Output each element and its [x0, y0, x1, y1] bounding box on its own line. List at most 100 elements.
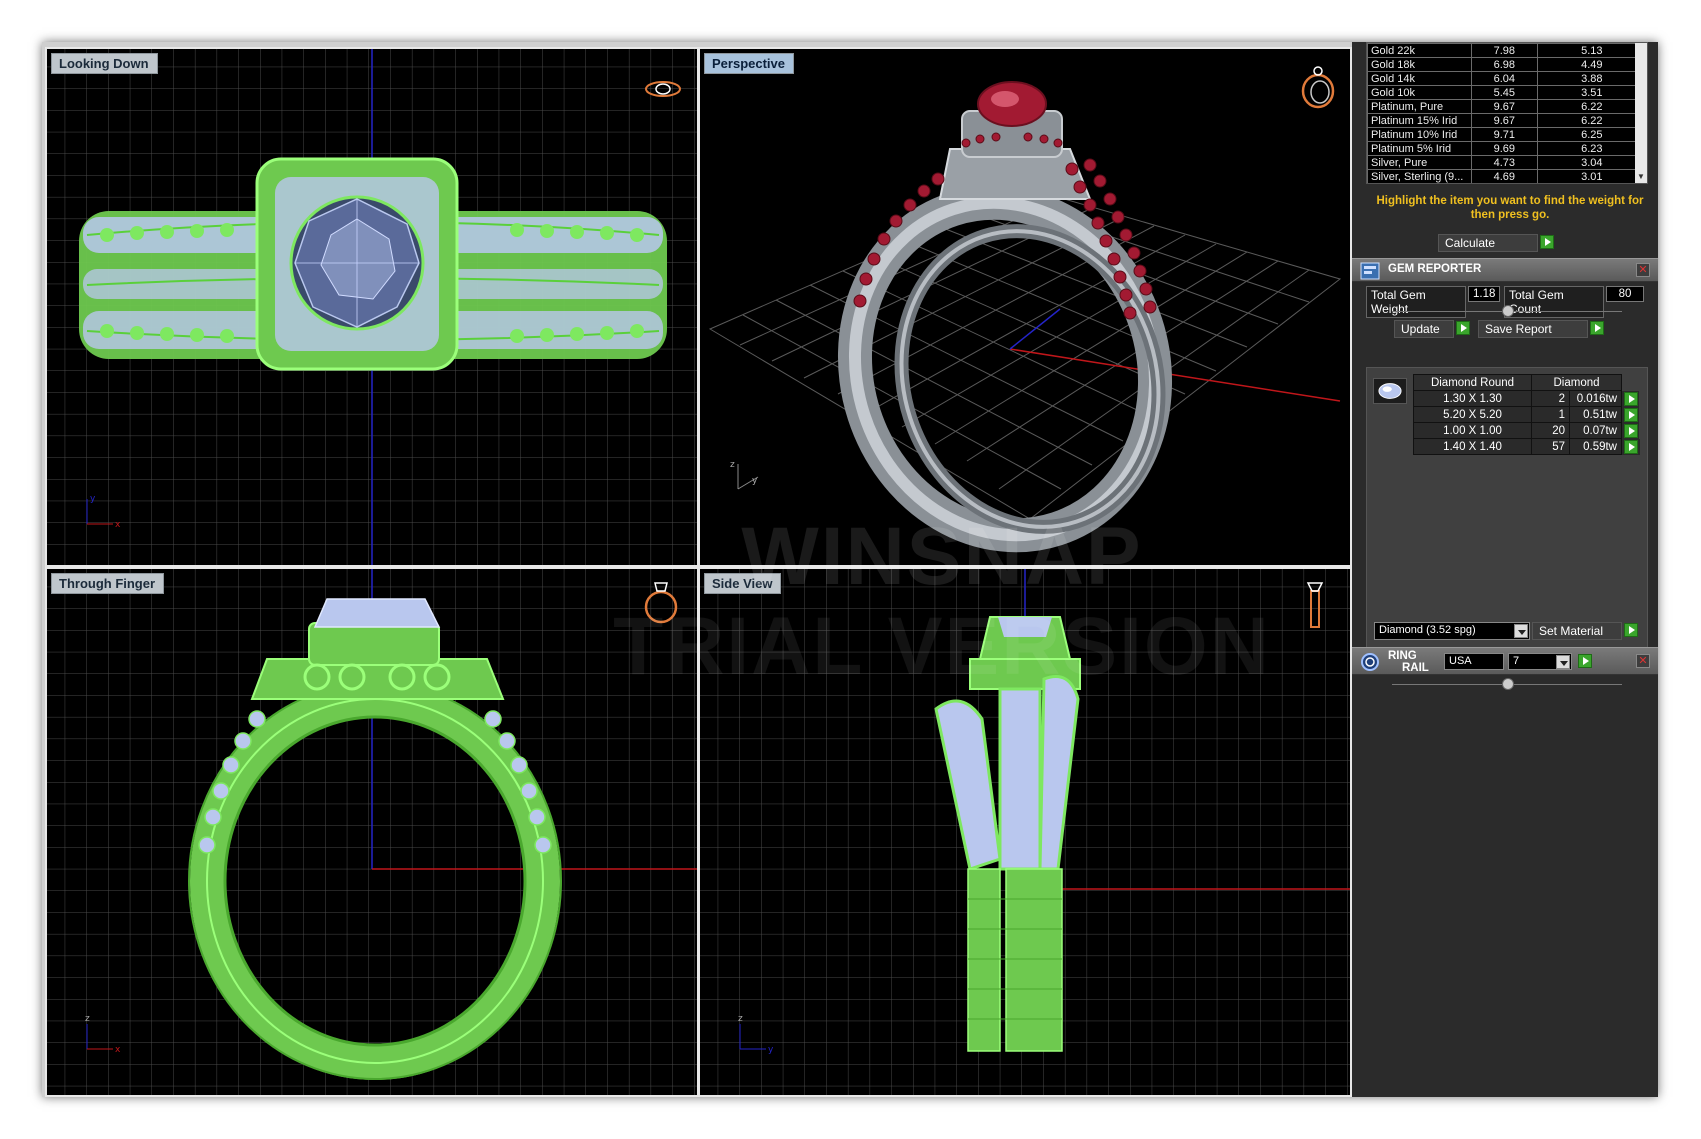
viewport-label: Looking Down — [51, 53, 158, 74]
metal-name-cell: Platinum 15% Irid — [1367, 113, 1472, 128]
svg-text:z: z — [738, 1014, 743, 1024]
chevron-down-icon[interactable] — [1514, 624, 1528, 638]
gem-report-list: Diamond Round Diamond 1.30 X 1.30 2 0.016t… — [1366, 367, 1648, 657]
gem-row-go-button[interactable] — [1624, 439, 1638, 454]
gem-reporter-title: GEM REPORTER — [1388, 263, 1482, 275]
gem-row-go-button[interactable] — [1624, 423, 1638, 438]
looking-down-grid: y x — [47, 49, 697, 565]
gem-row[interactable]: 1.30 X 1.30 2 0.016tw — [1413, 390, 1640, 407]
close-icon[interactable]: ✕ — [1636, 263, 1650, 277]
gem-row-go-cell — [1621, 390, 1640, 407]
scroll-down-icon[interactable]: ▼ — [1637, 172, 1645, 181]
metal-weight-table[interactable]: Gold 22k 7.98 5.13 Gold 18k 6.98 4.49 Gold 14k… — [1366, 42, 1648, 184]
gem-row-go-cell — [1621, 422, 1640, 439]
metal-row[interactable]: Platinum 15% Irid 9.67 6.22 — [1367, 113, 1647, 128]
ring-rail-title-line2: RAIL — [1402, 662, 1429, 674]
metal-weight-cell: 6.25 — [1536, 127, 1647, 142]
metal-weight-cell: 3.51 — [1536, 85, 1647, 100]
gem-row-go-button[interactable] — [1624, 391, 1638, 406]
ring-size-value: 7 — [1513, 655, 1520, 667]
gem-row[interactable]: 1.00 X 1.00 20 0.07tw — [1413, 422, 1640, 439]
metal-table-scrollbar[interactable]: ▼ — [1635, 43, 1647, 183]
metal-weight-cell: 6.23 — [1536, 141, 1647, 156]
ring-size-select[interactable]: 7 — [1508, 653, 1572, 670]
svg-text:x: x — [115, 520, 121, 530]
gem-weight-cell: 0.016tw — [1569, 390, 1622, 407]
metal-density-cell: 9.71 — [1470, 127, 1538, 142]
metal-row[interactable]: Silver, Pure 4.73 3.04 — [1367, 155, 1647, 170]
ring-perspective-icon[interactable] — [1298, 61, 1338, 111]
ring-size-region-field[interactable]: USA — [1444, 653, 1504, 670]
gem-row-go-button[interactable] — [1624, 407, 1638, 422]
material-select[interactable]: Diamond (3.52 spg) — [1374, 622, 1530, 640]
viewport-through-finger[interactable]: z x Through Finger — [45, 567, 699, 1097]
metal-density-cell: 6.04 — [1470, 71, 1538, 86]
metal-row[interactable]: Platinum 10% Irid 9.71 6.25 — [1367, 127, 1647, 142]
metal-name-cell: Silver, Sterling (9... — [1367, 169, 1472, 183]
metal-density-cell: 4.69 — [1470, 169, 1538, 183]
set-material-go-button[interactable] — [1624, 623, 1638, 637]
gem-size-cell: 1.00 X 1.00 — [1413, 422, 1532, 439]
hint-text: Highlight the item you want to find the … — [1376, 195, 1644, 221]
save-report-button[interactable]: Save Report — [1478, 320, 1588, 338]
metal-row[interactable]: Gold 14k 6.04 3.88 — [1367, 71, 1647, 86]
update-button[interactable]: Update — [1394, 320, 1454, 338]
gem-weight-cell: 0.07tw — [1569, 422, 1622, 439]
ring-side-icon[interactable] — [1300, 577, 1330, 633]
metal-density-cell: 9.67 — [1470, 113, 1538, 128]
svg-text:y: y — [90, 494, 96, 504]
metal-row[interactable]: Platinum, Pure 9.67 6.22 — [1367, 99, 1647, 114]
application-window: y x Looking Down z y Perspective z x Thr… — [42, 42, 1658, 1097]
ring-rail-header[interactable]: RING RAIL USA 7 ✕ — [1352, 647, 1658, 675]
metal-row[interactable]: Silver, Sterling (9... 4.69 3.01 — [1367, 169, 1647, 183]
set-material-button[interactable]: Set Material — [1532, 622, 1622, 640]
ring-rail-resize-handle[interactable] — [1502, 678, 1514, 690]
chevron-down-icon[interactable] — [1556, 655, 1570, 669]
gem-weight-cell: 0.59tw — [1569, 438, 1622, 455]
side-panel: Gold 22k 7.98 5.13 Gold 18k 6.98 4.49 Gold 14k… — [1352, 42, 1658, 1097]
save-report-go-button[interactable] — [1590, 321, 1604, 335]
metal-name-cell: Gold 14k — [1367, 71, 1472, 86]
calculate-go-button[interactable] — [1540, 235, 1554, 249]
metal-weight-cell: 3.88 — [1536, 71, 1647, 86]
gem-row[interactable]: 5.20 X 5.20 1 0.51tw — [1413, 406, 1640, 423]
gem-table: Diamond Round Diamond 1.30 X 1.30 2 0.016t… — [1413, 374, 1640, 455]
viewport-perspective[interactable]: z y Perspective — [698, 47, 1352, 567]
ring-rail-title-line1: RING — [1388, 650, 1417, 662]
total-gem-count-value: 80 — [1606, 286, 1644, 302]
gem-row-go-cell — [1621, 406, 1640, 423]
gem-row[interactable]: 1.40 X 1.40 57 0.59tw — [1413, 438, 1640, 455]
metal-row[interactable]: Gold 10k 5.45 3.51 — [1367, 85, 1647, 100]
gem-material-header: Diamond — [1531, 374, 1622, 391]
metal-weight-cell: 6.22 — [1536, 99, 1647, 114]
metal-name-cell: Platinum, Pure — [1367, 99, 1472, 114]
gem-qty-cell: 1 — [1531, 406, 1570, 423]
svg-text:y: y — [768, 1045, 774, 1055]
through-finger-grid: z x — [47, 569, 697, 1095]
gem-reporter-header[interactable]: GEM REPORTER ✕ — [1352, 258, 1658, 282]
metal-density-cell: 6.98 — [1470, 57, 1538, 72]
ring-top-icon[interactable] — [643, 77, 683, 101]
viewport-label: Perspective — [704, 53, 794, 74]
gem-panel-resize-handle[interactable] — [1502, 305, 1514, 317]
ring-rail-go-button[interactable] — [1578, 654, 1592, 668]
viewport-looking-down[interactable]: y x Looking Down — [45, 47, 699, 567]
viewport-area: y x Looking Down z y Perspective z x Thr… — [42, 42, 1352, 1097]
ring-front-icon[interactable] — [641, 577, 681, 627]
viewport-side-view[interactable]: z y Side View — [698, 567, 1352, 1097]
metal-name-cell: Platinum 10% Irid — [1367, 127, 1472, 142]
close-icon[interactable]: ✕ — [1636, 654, 1650, 668]
diamond-round-icon — [1373, 378, 1407, 404]
metal-row[interactable]: Gold 18k 6.98 4.49 — [1367, 57, 1647, 72]
gem-row-go-cell — [1621, 438, 1640, 455]
metal-row[interactable]: Gold 22k 7.98 5.13 — [1367, 43, 1647, 58]
gem-size-cell: 5.20 X 5.20 — [1413, 406, 1532, 423]
total-gem-weight-label: Total Gem Weight — [1366, 286, 1466, 318]
update-go-button[interactable] — [1456, 321, 1470, 335]
metal-name-cell: Gold 18k — [1367, 57, 1472, 72]
gem-weight-cell: 0.51tw — [1569, 406, 1622, 423]
calculate-button[interactable]: Calculate — [1438, 234, 1538, 252]
axis-triad-tr: z y — [730, 460, 759, 490]
metal-weight-cell: 3.04 — [1536, 155, 1647, 170]
metal-row[interactable]: Platinum 5% Irid 9.69 6.23 — [1367, 141, 1647, 156]
